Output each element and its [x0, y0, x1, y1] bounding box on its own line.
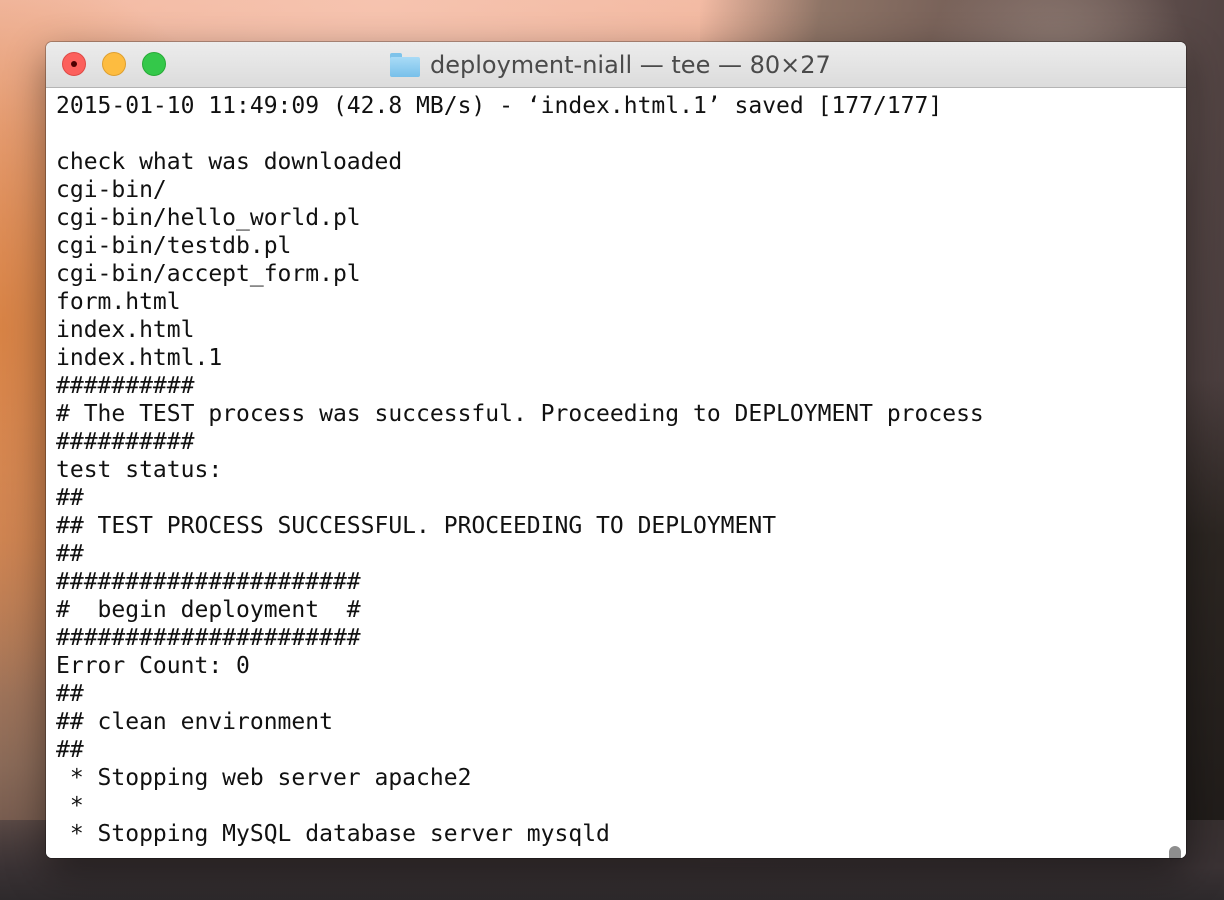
terminal-line: form.html [56, 289, 181, 315]
terminal-line: 2015-01-10 11:49:09 (42.8 MB/s) - ‘index… [56, 93, 943, 119]
terminal-line: cgi-bin/accept_form.pl [56, 261, 361, 287]
window-titlebar[interactable]: deployment-niall — tee — 80×27 [46, 42, 1186, 88]
vertical-scrollbar-thumb[interactable] [1169, 846, 1181, 858]
terminal-line: ########## [56, 373, 195, 399]
terminal-line: ## clean environment [56, 709, 333, 735]
minimize-button[interactable] [102, 52, 126, 76]
terminal-line: * Stopping MySQL database server mysqld [56, 821, 610, 847]
terminal-line: cgi-bin/testdb.pl [56, 233, 292, 259]
terminal-line: # The TEST process was successful. Proce… [56, 401, 984, 427]
folder-icon[interactable] [390, 52, 420, 77]
window-title-group: deployment-niall — tee — 80×27 [390, 42, 831, 87]
terminal-line: # begin deployment # [56, 597, 361, 623]
terminal-line: cgi-bin/hello_world.pl [56, 205, 361, 231]
terminal-line: ## [56, 541, 84, 567]
terminal-line: cgi-bin/ [56, 177, 167, 203]
terminal-line: ## [56, 485, 84, 511]
terminal-line: ## [56, 737, 84, 763]
terminal-line: Error Count: 0 [56, 653, 250, 679]
terminal-line: index.html.1 [56, 345, 223, 371]
terminal-output: 2015-01-10 11:49:09 (42.8 MB/s) - ‘index… [56, 92, 984, 848]
window-title: deployment-niall — tee — 80×27 [430, 50, 831, 79]
terminal-line: ########## [56, 429, 195, 455]
terminal-line: index.html [56, 317, 195, 343]
terminal-content[interactable]: 2015-01-10 11:49:09 (42.8 MB/s) - ‘index… [46, 88, 1186, 858]
terminal-line: check what was downloaded [56, 149, 403, 175]
terminal-line: * [56, 793, 84, 819]
terminal-line: ###################### [56, 625, 361, 651]
terminal-window: deployment-niall — tee — 80×27 2015-01-1… [46, 42, 1186, 858]
close-button[interactable] [62, 52, 86, 76]
terminal-line: ## TEST PROCESS SUCCESSFUL. PROCEEDING T… [56, 513, 777, 539]
zoom-button[interactable] [142, 52, 166, 76]
terminal-line: * Stopping web server apache2 [56, 765, 472, 791]
terminal-line: ## [56, 681, 84, 707]
terminal-line: test status: [56, 457, 223, 483]
terminal-line: ###################### [56, 569, 361, 595]
